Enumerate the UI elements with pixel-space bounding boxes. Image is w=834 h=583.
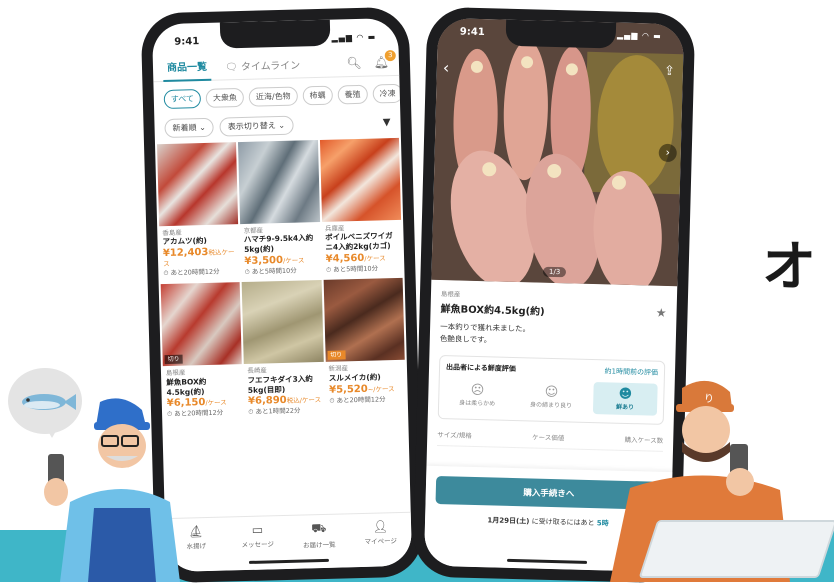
nav-label: 水揚げ: [186, 542, 207, 551]
category-chip[interactable]: 養殖: [337, 84, 368, 105]
column-header: ケース価値: [531, 433, 565, 443]
bell-icon[interactable]: 🔔︎ 3: [374, 49, 396, 69]
column-header: サイズ/規格: [437, 430, 472, 440]
time-remaining: ⏱ あと20時間12分: [163, 267, 220, 278]
chevron-down-icon: ⌄: [278, 120, 286, 131]
category-chip[interactable]: すべて: [163, 89, 202, 110]
product-tag: 切り: [327, 349, 346, 361]
tab-timeline-label: タイムライン: [240, 60, 301, 73]
user-icon: 👤︎: [372, 519, 389, 534]
product-image: [241, 280, 324, 365]
time-remaining: ⏱ あと1時間22分: [248, 406, 301, 417]
category-chip[interactable]: 柿蠣: [302, 85, 333, 106]
product-image: 切り: [160, 282, 243, 367]
signal-wifi-battery-icon: ▂▄▆ ◠ ▬: [331, 31, 377, 43]
product-image: 切り: [323, 278, 405, 363]
view-toggle-dropdown[interactable]: 表示切り替え ⌄: [219, 115, 294, 137]
signal-wifi-battery-icon: ▂▄▆ ◠ ▬: [616, 30, 662, 41]
product-price: ¥3,500: [244, 254, 284, 267]
home-indicator: [506, 558, 588, 564]
time-remaining: ⏱ あと5時間10分: [325, 264, 379, 274]
fish-box-illustration: [638, 520, 834, 578]
product-title: 鮮魚BOX約4.5kg(約): [440, 304, 545, 318]
smile-face-icon: ☺: [544, 384, 559, 401]
product-photo: 9:41 ▂▄▆ ◠ ▬ ‹ ⇪ › 1/3: [431, 17, 685, 287]
product-unit: ~/ケース: [367, 384, 395, 394]
status-time: 9:41: [174, 35, 200, 48]
product-price: ¥4,560: [325, 252, 365, 265]
category-chip[interactable]: 大衆魚: [205, 87, 245, 108]
status-time: 9:41: [459, 26, 485, 39]
side-heading: オ: [762, 235, 816, 298]
product-unit: /ケース: [205, 398, 227, 408]
product-description: 一本釣りで獲れ未ました。 色艶良しです。: [440, 321, 667, 351]
nav-label: メッセージ: [241, 540, 275, 550]
time-remaining-text: あと20時間12分: [170, 267, 220, 278]
time-remaining-text: あと20時間12分: [336, 394, 386, 405]
evaluation-option-label: 身は柔らかめ: [459, 399, 496, 408]
product-image: [238, 140, 320, 225]
star-icon[interactable]: ★: [656, 305, 667, 319]
time-remaining-text: あと1時間22分: [255, 406, 301, 417]
evaluation-option: ☹ 身は柔らかめ: [445, 378, 510, 412]
time-remaining-text: あと5時間10分: [333, 264, 379, 274]
product-price: ¥12,403: [162, 247, 209, 260]
tab-products[interactable]: 商品一覧: [162, 51, 212, 83]
nav-label: お届け一覧: [302, 540, 336, 550]
product-unit: 税込/ケース: [286, 396, 322, 406]
category-chip[interactable]: 近海/色物: [248, 86, 298, 107]
product-image: [319, 137, 402, 222]
product-name: ボイルベニズワイガニ4入約2kg(カゴ): [325, 231, 393, 253]
time-remaining-text: あと20時間12分: [174, 408, 224, 419]
time-remaining: ⏱ あと20時間12分: [329, 394, 386, 405]
fish-photo-illustration: [431, 17, 685, 287]
fisherman-illustration: [44, 398, 180, 582]
product-card[interactable]: 香島産 アカムツ(約) ¥12,403税込ケース ⏱ あと20時間12分: [157, 142, 240, 282]
image-pager: 1/3: [542, 266, 567, 278]
phone-notch: [505, 19, 617, 49]
product-card[interactable]: 兵庫産 ボイルベニズワイガニ4入約2kg(カゴ) ¥4,560/ケース ⏱ あと…: [319, 137, 403, 278]
product-image: [157, 142, 239, 227]
product-list-screen: 9:41 ▂▄▆ ◠ ▬ 商品一覧 🗨 タイムライン 🔍︎ 🔔︎ 3 すべて 大衆…: [151, 17, 413, 573]
evaluation-option-label: 身の締まり良り: [530, 401, 573, 410]
product-card[interactable]: 京都産 ハマチ9-9.5k4入約5kg(約) ¥3,500/ケース ⏱ あと5時…: [238, 140, 321, 280]
product-price: ¥5,520: [329, 383, 368, 396]
product-price: ¥6,890: [247, 395, 287, 408]
nav-mypage[interactable]: 👤︎ マイページ: [357, 519, 404, 567]
share-icon[interactable]: ⇪: [664, 64, 675, 79]
product-card[interactable]: 長崎産 フエフキダイ3入約5kg(目即) ¥6,890税込/ケース ⏱ あと1時…: [241, 280, 325, 420]
nav-label: マイページ: [364, 537, 398, 546]
product-unit: /ケース: [364, 254, 386, 263]
product-name: ハマチ9-9.5k4入約5kg(約): [243, 233, 314, 255]
evaluation-title: 出品者による鮮度評価: [445, 363, 516, 374]
evaluation-option: ☺ 身の締まり良り: [519, 380, 584, 414]
svg-text:り: り: [704, 393, 714, 405]
back-icon[interactable]: ‹: [443, 58, 450, 77]
bottom-nav: ⛵︎ 水揚げ ▭ メッセージ ⛟ お届け一覧 👤︎ マイページ: [164, 511, 413, 573]
sort-label: 新着順: [172, 123, 197, 133]
product-unit: /ケース: [282, 256, 305, 265]
product-grid: 香島産 アカムツ(約) ¥12,403税込ケース ⏱ あと20時間12分 京都産…: [155, 137, 408, 423]
truck-icon: ⛟: [311, 520, 327, 536]
message-icon: ▭: [251, 522, 264, 537]
phone-product-list: 9:41 ▂▄▆ ◠ ▬ 商品一覧 🗨 タイムライン 🔍︎ 🔔︎ 3 すべて 大衆…: [140, 6, 424, 583]
time-remaining: ⏱ あと5時間10分: [244, 266, 297, 276]
filter-icon[interactable]: ▼: [383, 117, 391, 128]
notification-badge: 3: [384, 49, 396, 61]
delivery-text: に受け取るにはあと: [531, 517, 595, 528]
product-name: フエフキダイ3入約5kg(目即): [247, 374, 313, 395]
search-icon[interactable]: 🔍︎: [346, 55, 362, 69]
time-remaining-text: あと5時間10分: [251, 266, 297, 276]
delivery-date: 1月29日(土): [487, 516, 530, 526]
product-tag: 切り: [164, 354, 183, 365]
view-label: 表示切り替え: [227, 121, 276, 132]
chevron-down-icon: ⌄: [199, 122, 206, 133]
product-card[interactable]: 切り 新潟産 スルメイカ(約) ¥5,520~/ケース ⏱ あと20時間12分: [323, 278, 406, 418]
neutral-face-icon: ☹: [470, 382, 485, 399]
tab-timeline[interactable]: 🗨 タイムライン: [221, 50, 305, 79]
phone-notch: [219, 19, 331, 49]
sort-dropdown[interactable]: 新着順 ⌄: [164, 117, 215, 139]
category-chip[interactable]: 冷凍: [372, 83, 401, 104]
